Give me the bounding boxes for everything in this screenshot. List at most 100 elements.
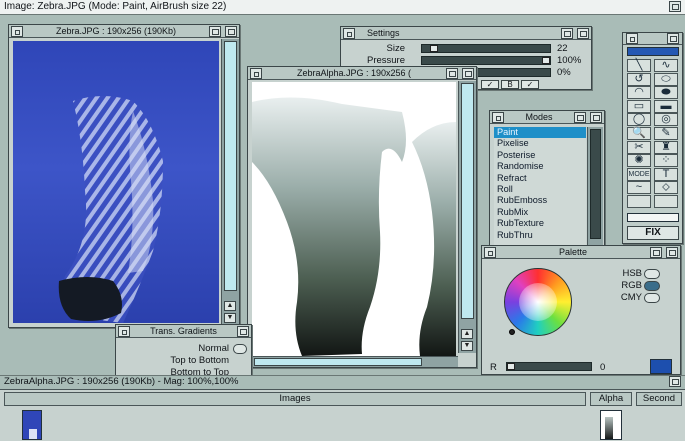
- line-tool-icon[interactable]: ╲: [627, 59, 651, 72]
- ellipse-tool-icon[interactable]: ⬭: [654, 72, 678, 86]
- alpha-hscroll-thumb[interactable]: [254, 358, 422, 366]
- fix-button[interactable]: FIX: [627, 226, 679, 240]
- depth-icon[interactable]: [667, 33, 679, 44]
- image-thumbnail-zebra[interactable]: [22, 410, 42, 440]
- size-slider[interactable]: [421, 44, 551, 53]
- zoom-icon[interactable]: [209, 25, 221, 37]
- ellipse-outline-tool-icon[interactable]: ◯: [627, 113, 651, 127]
- gradient-normal-toggle[interactable]: [233, 344, 247, 354]
- alpha-window-titlebar[interactable]: ZebraAlpha.JPG : 190x256 (: [248, 67, 476, 80]
- scroll-up-icon[interactable]: ▲: [224, 301, 236, 311]
- mode-item[interactable]: Roll: [494, 184, 586, 195]
- close-icon[interactable]: [118, 325, 130, 337]
- alpha-scroll-thumb[interactable]: [461, 83, 474, 319]
- gradient-top-to-bottom[interactable]: Top to Bottom: [170, 355, 229, 366]
- zoom-icon[interactable]: [650, 246, 662, 258]
- close-icon[interactable]: [492, 111, 504, 123]
- cmy-toggle[interactable]: [644, 293, 660, 303]
- scissors-tool-icon[interactable]: ✂: [627, 140, 651, 154]
- toolbox-titlebar[interactable]: [623, 33, 682, 45]
- pressure-slider-knob[interactable]: [542, 57, 550, 64]
- settings-b-button[interactable]: B: [501, 80, 519, 89]
- alpha-vertical-scrollbar[interactable]: ▲ ▼: [458, 81, 476, 353]
- filled-rect-tool-icon[interactable]: ▬: [654, 99, 678, 113]
- ring-tool-icon[interactable]: ◎: [654, 113, 678, 127]
- rectangle-tool-icon[interactable]: ▭: [627, 99, 651, 113]
- depth-icon[interactable]: [462, 67, 474, 79]
- zebra-vertical-scrollbar[interactable]: ▲ ▼: [221, 39, 239, 327]
- alpha-image-window[interactable]: ZebraAlpha.JPG : 190x256 ( ▲ ▼: [247, 66, 477, 368]
- zoom-icon[interactable]: [574, 111, 586, 123]
- size-slider-knob[interactable]: [430, 45, 438, 52]
- airbrush-tool-icon[interactable]: ✺: [627, 154, 651, 168]
- status-depth-icon[interactable]: [669, 376, 681, 387]
- mode-item[interactable]: Paint: [494, 127, 586, 138]
- zebra-scroll-thumb[interactable]: [224, 41, 237, 291]
- depth-icon[interactable]: [577, 27, 589, 39]
- magnify-tool-icon[interactable]: 🔍: [627, 127, 651, 140]
- trans-gradients-window[interactable]: Trans. Gradients Normal Top to Bottom Bo…: [115, 324, 252, 382]
- palette-window[interactable]: Palette HSB RGB CMY R 0: [481, 245, 681, 375]
- alpha-canvas[interactable]: [252, 82, 456, 356]
- modes-titlebar[interactable]: Modes: [490, 111, 604, 124]
- close-icon[interactable]: [343, 27, 355, 39]
- scroll-down-icon[interactable]: ▼: [461, 341, 473, 351]
- settings-check-button-1[interactable]: ✓: [481, 80, 499, 89]
- modes-scrollbar[interactable]: [587, 127, 603, 245]
- spray-tool-icon[interactable]: ⁘: [654, 154, 678, 168]
- smudge-tool-icon[interactable]: ~: [627, 181, 651, 195]
- rgb-toggle[interactable]: [644, 281, 660, 291]
- settings-titlebar[interactable]: Settings: [341, 27, 591, 40]
- second-column-header[interactable]: Second: [636, 392, 682, 406]
- fill-tool-icon[interactable]: ⬦: [654, 181, 678, 195]
- palette-titlebar[interactable]: Palette: [482, 246, 680, 259]
- red-slider-knob[interactable]: [507, 363, 515, 370]
- depth-icon[interactable]: [237, 325, 249, 337]
- settings-check-button-2[interactable]: ✓: [521, 80, 539, 89]
- mode-item[interactable]: RubTexture: [494, 218, 586, 229]
- trans-gradients-titlebar[interactable]: Trans. Gradients: [116, 325, 251, 338]
- modes-window[interactable]: Modes Paint Pixelise Posterise Randomise Ref…: [489, 110, 605, 246]
- mode-item[interactable]: RubEmboss: [494, 195, 586, 206]
- close-icon[interactable]: [626, 33, 638, 44]
- image-thumbnail-alpha[interactable]: [600, 410, 622, 440]
- zoom-icon[interactable]: [446, 67, 458, 79]
- toolbox-window[interactable]: ╲ ∿ ↺ ⬭ ◠ ⬬ ▭ ▬ ◯ ◎ 🔍 ✎ ✂ ♜ ✺ ⁘ MODE T ~ ⬦ FIX: [622, 32, 683, 244]
- mode-item[interactable]: RubMix: [494, 207, 586, 218]
- depth-icon[interactable]: [590, 111, 602, 123]
- screen-depth-gadget[interactable]: [669, 1, 681, 12]
- color-wheel-marker[interactable]: [509, 329, 515, 335]
- color-wheel[interactable]: [504, 268, 572, 336]
- blank-tool-icon[interactable]: [627, 195, 651, 208]
- depth-icon[interactable]: [666, 246, 678, 258]
- pen-tool-icon[interactable]: ✎: [654, 127, 678, 140]
- mode-item[interactable]: Posterise: [494, 150, 586, 161]
- alpha-horizontal-scrollbar[interactable]: [252, 356, 458, 367]
- current-color-swatch[interactable]: [627, 47, 679, 56]
- scroll-down-icon[interactable]: ▼: [224, 313, 236, 323]
- close-icon[interactable]: [11, 25, 23, 37]
- mode-item[interactable]: Randomise: [494, 161, 586, 172]
- fill-white-swatch[interactable]: [627, 213, 679, 222]
- arc-tool-icon[interactable]: ◠: [627, 86, 651, 100]
- filled-ellipse-tool-icon[interactable]: ⬬: [654, 86, 678, 100]
- zebra-image-window[interactable]: Zebra.JPG : 190x256 (190Kb) ▲ ▼: [8, 24, 240, 328]
- palette-current-color[interactable]: [650, 359, 672, 374]
- scroll-up-icon[interactable]: ▲: [461, 329, 473, 339]
- mode-item[interactable]: RubThru: [494, 230, 586, 241]
- close-icon[interactable]: [250, 67, 262, 79]
- zebra-canvas[interactable]: [13, 41, 219, 323]
- pressure-slider[interactable]: [421, 56, 551, 65]
- text-tool-icon[interactable]: T: [654, 167, 678, 181]
- depth-icon[interactable]: [225, 25, 237, 37]
- zebra-window-titlebar[interactable]: Zebra.JPG : 190x256 (190Kb): [9, 25, 239, 38]
- mode-item[interactable]: Pixelise: [494, 138, 586, 149]
- hsb-toggle[interactable]: [644, 269, 660, 279]
- curve-tool-icon[interactable]: ∿: [654, 59, 678, 72]
- gradient-normal[interactable]: Normal: [198, 343, 229, 354]
- close-icon[interactable]: [484, 246, 496, 258]
- zoom-icon[interactable]: [561, 27, 573, 39]
- modes-list[interactable]: Paint Pixelise Posterise Randomise Refract Ro…: [494, 127, 586, 245]
- red-channel-slider[interactable]: [506, 362, 592, 371]
- mode-item[interactable]: Refract: [494, 173, 586, 184]
